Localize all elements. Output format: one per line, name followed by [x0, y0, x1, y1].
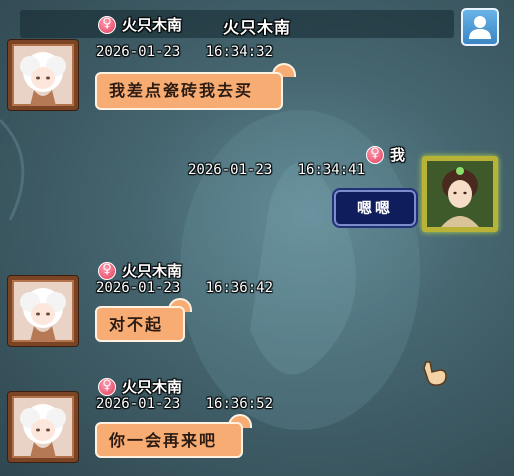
sender-name: 火只木南 [122, 16, 183, 34]
chat-title: 火只木南 [222, 18, 291, 37]
female-gender-icon [98, 15, 116, 34]
self-avatar[interactable] [422, 156, 498, 232]
female-gender-icon [98, 261, 116, 280]
character-portrait-avatar-icon [427, 161, 493, 227]
chibi-girl-avatar-icon [20, 404, 66, 458]
hand-cursor-icon [423, 361, 447, 386]
sender-name: 我 [390, 146, 406, 164]
message-timestamp: 2026-01-23 16:36:52 [96, 396, 274, 412]
message-1-header: 火只木南 [98, 14, 182, 35]
message-bubble[interactable]: 你一会再来吧 [95, 422, 243, 458]
message-bubble[interactable]: 对不起 [95, 306, 185, 342]
message-4-header: 火只木南 [98, 376, 182, 397]
chibi-girl-avatar-icon [20, 52, 66, 106]
sender-name: 火只木南 [122, 262, 183, 280]
message-timestamp: 2026-01-23 16:34:41 [188, 162, 366, 178]
sender-avatar[interactable] [8, 276, 78, 346]
message-timestamp: 2026-01-23 16:34:32 [96, 44, 274, 60]
message-bubble-self[interactable]: 嗯嗯 [334, 190, 416, 226]
message-2-header: 我 [366, 144, 405, 165]
sender-name: 火只木南 [122, 378, 183, 396]
female-gender-icon [366, 145, 384, 164]
message-bubble[interactable]: 我差点瓷砖我去买 [95, 72, 283, 110]
message-3-header: 火只木南 [98, 260, 182, 281]
sender-avatar[interactable] [8, 40, 78, 110]
female-gender-icon [98, 377, 116, 396]
sender-avatar[interactable] [8, 392, 78, 462]
message-timestamp: 2026-01-23 16:36:42 [96, 280, 274, 296]
chibi-girl-avatar-icon [20, 288, 66, 342]
